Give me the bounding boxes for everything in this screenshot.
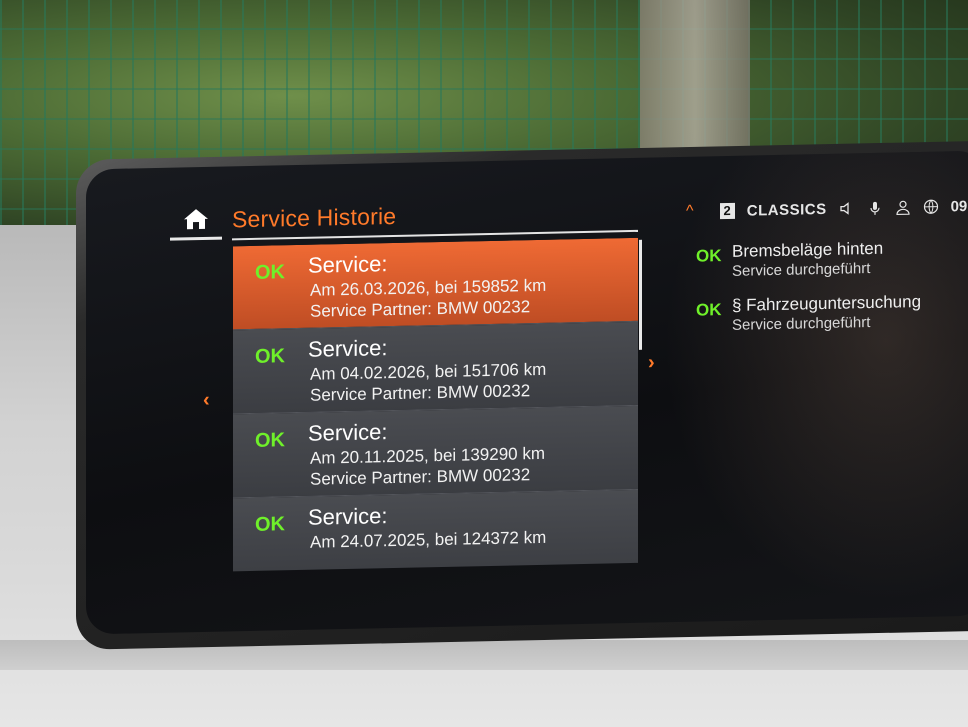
detail-subtitle: Service durchgeführt — [732, 313, 871, 334]
list-item[interactable]: OK Service: Am 20.11.2025, bei 139290 km… — [233, 405, 638, 499]
microphone-icon — [867, 200, 883, 216]
infotainment-screen: Service Historie ^ 2 CLASSICS 09:5 ‹ OK … — [86, 150, 968, 635]
service-title: Service: — [308, 251, 388, 278]
detail-title: Bremsbeläge hinten — [732, 238, 884, 261]
ok-status: OK — [696, 246, 722, 266]
list-scrollbar[interactable] — [639, 239, 642, 350]
service-partner: Service Partner: BMW 00232 — [310, 465, 531, 489]
home-indicator — [170, 236, 222, 241]
ok-status: OK — [255, 345, 285, 368]
background-tree-trunk — [640, 0, 750, 170]
list-item[interactable]: OK Service: Am 26.03.2026, bei 159852 km… — [233, 237, 638, 331]
service-date-mileage: Am 24.07.2025, bei 124372 km — [310, 527, 547, 552]
service-title: Service: — [308, 503, 388, 530]
source-badge: 2 — [719, 202, 735, 220]
service-history-list[interactable]: OK Service: Am 26.03.2026, bei 159852 km… — [233, 237, 638, 572]
chevron-left-icon[interactable]: ‹ — [203, 389, 210, 412]
service-partner: Service Partner: BMW 00232 — [310, 297, 531, 321]
chevron-right-icon[interactable]: › — [648, 352, 655, 375]
ok-status: OK — [696, 300, 722, 320]
home-icon[interactable] — [182, 207, 210, 232]
list-item[interactable]: OK Service: Am 24.07.2025, bei 124372 km — [233, 489, 638, 572]
audio-source-label: CLASSICS — [746, 200, 827, 220]
globe-icon — [923, 199, 939, 215]
ok-status: OK — [255, 261, 285, 284]
chevron-up-icon[interactable]: ^ — [686, 203, 694, 221]
ok-status: OK — [255, 429, 285, 452]
service-title: Service: — [308, 335, 388, 362]
service-title: Service: — [308, 419, 388, 446]
service-partner: Service Partner: BMW 00232 — [310, 381, 531, 405]
clock-time: 09:5 — [950, 197, 968, 215]
page-title: Service Historie — [232, 202, 397, 233]
speaker-icon — [839, 200, 855, 216]
list-item[interactable]: OK Service: Am 04.02.2026, bei 151706 km… — [233, 321, 638, 415]
detail-subtitle: Service durchgeführt — [732, 259, 871, 280]
ok-status: OK — [255, 513, 285, 536]
detail-title: § Fahrzeuguntersuchung — [732, 291, 922, 315]
user-icon — [895, 199, 911, 216]
